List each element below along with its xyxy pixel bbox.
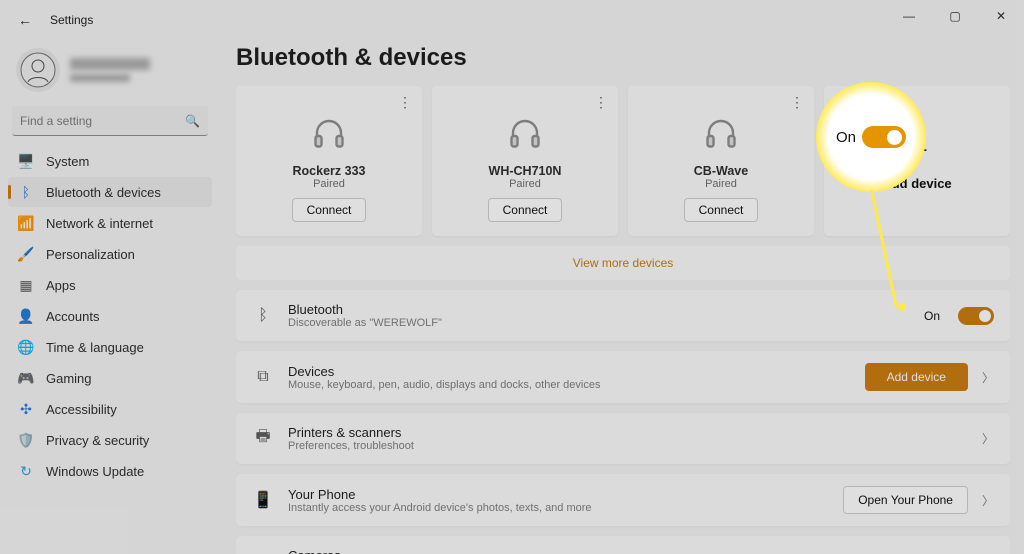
chevron-right-icon: 〉	[982, 492, 994, 509]
brush-icon: 🖌️	[18, 246, 34, 262]
connect-button[interactable]: Connect	[292, 198, 367, 222]
headphones-icon	[311, 115, 347, 156]
sidebar-item-network[interactable]: 📶 Network & internet	[8, 208, 212, 238]
devices-icon: ⧉	[252, 368, 274, 386]
device-card[interactable]: ⋮ Rockerz 333 Paired Connect	[236, 86, 422, 236]
person-icon: 👤	[18, 308, 34, 324]
shield-icon: 🛡️	[18, 432, 34, 448]
sidebar-item-label: Time & language	[46, 340, 144, 355]
bluetooth-row: ᛒ Bluetooth Discoverable as "WEREWOLF" O…	[236, 290, 1010, 341]
headphones-icon	[703, 115, 739, 156]
sidebar-item-personalization[interactable]: 🖌️ Personalization	[8, 239, 212, 269]
phone-icon: 📱	[252, 490, 274, 510]
system-icon: 🖥️	[18, 153, 34, 169]
apps-icon: ▦	[18, 277, 34, 293]
sidebar-item-apps[interactable]: ▦ Apps	[8, 270, 212, 300]
row-title: Devices	[288, 364, 851, 379]
plus-icon: ＋	[904, 131, 930, 168]
sidebar-item-label: Personalization	[46, 247, 135, 262]
sidebar-item-privacy[interactable]: 🛡️ Privacy & security	[8, 425, 212, 455]
sidebar-item-label: System	[46, 154, 89, 169]
page-title: Bluetooth & devices	[236, 44, 1010, 72]
search-icon: 🔍	[185, 114, 200, 128]
sidebar-item-system[interactable]: 🖥️ System	[8, 146, 212, 176]
accessibility-icon: ✣	[18, 401, 34, 417]
device-card[interactable]: ⋮ WH-CH710N Paired Connect	[432, 86, 618, 236]
more-icon[interactable]: ⋮	[398, 94, 412, 111]
sidebar-item-label: Accounts	[46, 309, 99, 324]
toggle-label: On	[924, 309, 940, 323]
sidebar-item-label: Accessibility	[46, 402, 117, 417]
maximize-button[interactable]: ▢	[932, 0, 978, 32]
profile-block[interactable]	[8, 44, 212, 106]
sidebar-item-accessibility[interactable]: ✣ Accessibility	[8, 394, 212, 424]
profile-name	[70, 58, 150, 70]
chevron-right-icon: 〉	[982, 430, 994, 447]
more-icon[interactable]: ⋮	[790, 94, 804, 111]
add-device-card[interactable]: ＋ Add device	[824, 86, 1010, 236]
sidebar-item-bluetooth[interactable]: ᛒ Bluetooth & devices	[8, 177, 212, 207]
printers-row[interactable]: 🖶 Printers & scanners Preferences, troub…	[236, 413, 1010, 464]
device-status: Paired	[705, 178, 737, 190]
device-name: CB-Wave	[694, 164, 748, 178]
profile-email	[70, 74, 130, 82]
bluetooth-icon: ᛒ	[252, 307, 274, 325]
your-phone-row[interactable]: 📱 Your Phone Instantly access your Andro…	[236, 474, 1010, 526]
row-subtitle: Preferences, troubleshoot	[288, 440, 968, 452]
chevron-right-icon: 〉	[982, 369, 994, 386]
device-status: Paired	[509, 178, 541, 190]
update-icon: ↻	[18, 463, 34, 479]
cameras-row[interactable]: 📷 Cameras Connected cameras, default ima…	[236, 536, 1010, 554]
sidebar-item-gaming[interactable]: 🎮 Gaming	[8, 363, 212, 393]
row-title: Printers & scanners	[288, 425, 968, 440]
sidebar-item-label: Windows Update	[46, 464, 144, 479]
headphones-icon	[507, 115, 543, 156]
devices-row[interactable]: ⧉ Devices Mouse, keyboard, pen, audio, d…	[236, 351, 1010, 403]
search-input[interactable]: 🔍	[12, 106, 208, 136]
row-title: Cameras	[288, 548, 968, 554]
row-subtitle: Instantly access your Android device's p…	[288, 502, 829, 514]
search-field[interactable]	[20, 114, 185, 128]
connect-button[interactable]: Connect	[488, 198, 563, 222]
sidebar-item-label: Bluetooth & devices	[46, 185, 161, 200]
device-name: Rockerz 333	[293, 164, 366, 178]
device-status: Paired	[313, 178, 345, 190]
back-button[interactable]: ←	[18, 12, 32, 28]
bluetooth-toggle[interactable]	[958, 307, 994, 325]
device-card[interactable]: ⋮ CB-Wave Paired Connect	[628, 86, 814, 236]
more-icon[interactable]: ⋮	[594, 94, 608, 111]
avatar	[16, 48, 60, 92]
connect-button[interactable]: Connect	[684, 198, 759, 222]
sidebar-item-label: Privacy & security	[46, 433, 149, 448]
globe-icon: 🌐	[18, 339, 34, 355]
sidebar-item-label: Network & internet	[46, 216, 153, 231]
row-title: Your Phone	[288, 487, 829, 502]
add-device-label: Add device	[882, 176, 951, 191]
sidebar-item-label: Gaming	[46, 371, 92, 386]
sidebar-item-label: Apps	[46, 278, 76, 293]
close-button[interactable]: ✕	[978, 0, 1024, 32]
row-subtitle: Mouse, keyboard, pen, audio, displays an…	[288, 379, 851, 391]
device-name: WH-CH710N	[489, 164, 562, 178]
sidebar-item-update[interactable]: ↻ Windows Update	[8, 456, 212, 486]
printer-icon: 🖶	[252, 425, 274, 452]
minimize-button[interactable]: ―	[886, 0, 932, 32]
sidebar-item-accounts[interactable]: 👤 Accounts	[8, 301, 212, 331]
row-title: Bluetooth	[288, 302, 910, 317]
wifi-icon: 📶	[18, 215, 34, 231]
gaming-icon: 🎮	[18, 370, 34, 386]
row-subtitle: Discoverable as "WEREWOLF"	[288, 317, 910, 329]
view-more-devices[interactable]: View more devices	[236, 246, 1010, 280]
open-your-phone-button[interactable]: Open Your Phone	[843, 486, 968, 514]
add-device-button[interactable]: Add device	[865, 363, 968, 391]
window-title: Settings	[50, 13, 93, 27]
bluetooth-icon: ᛒ	[18, 184, 34, 200]
sidebar-item-time[interactable]: 🌐 Time & language	[8, 332, 212, 362]
